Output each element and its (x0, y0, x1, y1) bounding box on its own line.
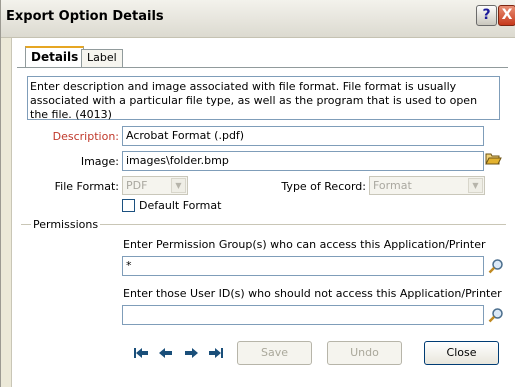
search-icon[interactable] (488, 307, 504, 323)
close-window-button[interactable]: X (498, 5, 515, 26)
file-format-label: File Format: (54, 180, 119, 193)
export-option-details-window: Export Option Details ? X Details Label … (0, 0, 515, 387)
permission-groups-field[interactable]: * (122, 256, 484, 276)
chevron-down-icon: ▼ (171, 178, 186, 193)
groups-prompt: Enter Permission Group(s) who can access… (123, 238, 486, 251)
record-type-select[interactable]: Format ▼ (369, 176, 485, 195)
next-record-icon[interactable] (182, 345, 200, 361)
default-format-label[interactable]: Default Format (139, 199, 221, 212)
close-button[interactable]: Close (424, 341, 499, 365)
image-field[interactable]: images\folder.bmp (122, 151, 484, 171)
undo-button[interactable]: Undo (327, 341, 402, 365)
open-folder-icon[interactable] (485, 151, 502, 165)
permissions-legend: Permissions (31, 218, 101, 231)
default-format-checkbox[interactable] (122, 199, 135, 212)
image-label: Image: (80, 155, 119, 168)
description-label: Description: (52, 130, 119, 143)
previous-record-icon[interactable] (157, 345, 175, 361)
tab-label[interactable]: Label (81, 49, 123, 67)
window-title: Export Option Details (6, 9, 164, 24)
file-format-select[interactable]: PDF ▼ (122, 176, 188, 195)
save-button[interactable]: Save (237, 341, 312, 365)
record-type-label: Type of Record: (281, 180, 366, 193)
chevron-down-icon: ▼ (468, 178, 483, 193)
title-bar[interactable]: Export Option Details ? X (1, 0, 515, 38)
help-button[interactable]: ? (476, 5, 497, 26)
file-format-value: PDF (126, 179, 148, 192)
description-field[interactable]: Acrobat Format (.pdf) (122, 126, 484, 146)
record-type-value: Format (373, 179, 412, 192)
first-record-icon[interactable] (132, 345, 150, 361)
users-prompt: Enter those User ID(s) who should not ac… (123, 287, 502, 300)
tab-details[interactable]: Details (25, 46, 85, 68)
last-record-icon[interactable] (207, 345, 225, 361)
search-icon[interactable] (488, 258, 504, 274)
help-text-box: Enter description and image associated w… (27, 76, 500, 121)
excluded-users-field[interactable] (122, 305, 484, 325)
